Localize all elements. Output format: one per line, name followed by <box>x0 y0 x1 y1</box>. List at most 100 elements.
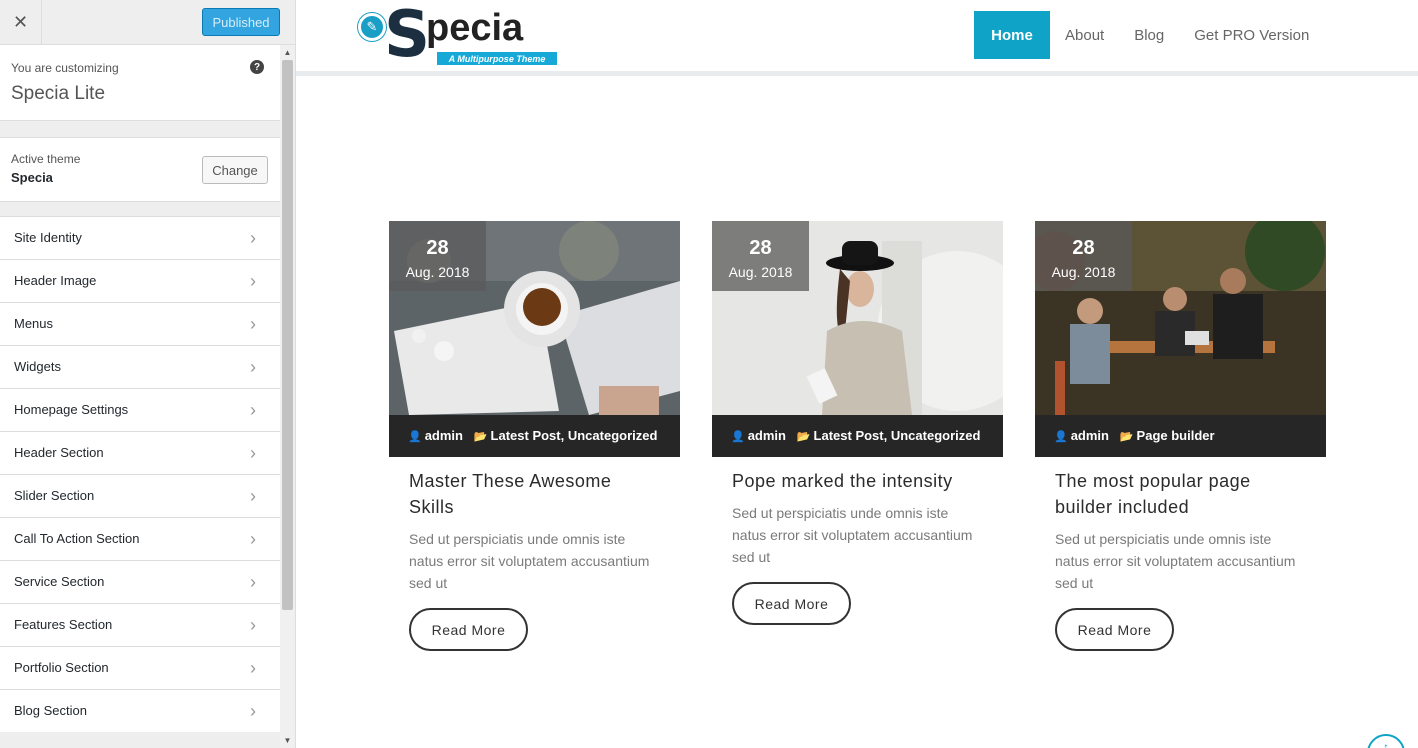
chevron-right-icon: › <box>250 314 256 334</box>
help-icon[interactable]: ? <box>250 60 264 74</box>
post-month: Aug. 2018 <box>728 264 793 280</box>
chevron-right-icon: › <box>250 701 256 721</box>
post-day: 28 <box>749 237 772 259</box>
menu-item-label: Slider Section <box>14 488 95 503</box>
sidebar-scrollbar[interactable]: ▲ ▼ <box>280 45 295 748</box>
chevron-right-icon: › <box>250 572 256 592</box>
scrollbar-thumb[interactable] <box>282 60 293 610</box>
folder-icon: 📂 <box>1119 431 1134 443</box>
post-author[interactable]: admin <box>748 428 786 443</box>
site-logo[interactable]: S ✎ pecia A Multipurpose Theme <box>358 3 558 69</box>
menu-item-widgets[interactable]: Widgets › <box>0 345 280 388</box>
post-meta: 👤 admin 📂 Latest Post, Uncategorized <box>712 415 1003 457</box>
menu-item-menus[interactable]: Menus › <box>0 302 280 345</box>
menu-item-label: Header Section <box>14 445 104 460</box>
menu-item-service-section[interactable]: Service Section › <box>0 560 280 603</box>
post-title[interactable]: The most popular page builder included <box>1035 457 1326 520</box>
close-icon[interactable]: ✕ <box>0 0 42 45</box>
read-more-button[interactable]: Read More <box>409 608 528 651</box>
change-theme-button[interactable]: Change <box>202 156 268 184</box>
menu-item-homepage-settings[interactable]: Homepage Settings › <box>0 388 280 431</box>
post-image[interactable]: 28 Aug. 2018 <box>712 221 1003 415</box>
menu-item-label: Menus <box>14 316 54 331</box>
post-date: 28 Aug. 2018 <box>389 221 486 291</box>
read-more-button[interactable]: Read More <box>732 582 851 625</box>
customizer-menu: Site Identity › Header Image › Menus › Widg… <box>0 216 280 732</box>
customizing-info: You are customizing Specia Lite ? <box>0 45 280 121</box>
customizer-header: ✕ Published <box>0 0 295 45</box>
menu-item-label: Widgets <box>14 359 61 374</box>
menu-item-header-section[interactable]: Header Section › <box>0 431 280 474</box>
blog-card: 28 Aug. 2018 👤 admin 📂 Latest Post, Uncate… <box>389 221 680 651</box>
menu-item-label: Homepage Settings <box>14 402 129 417</box>
customizing-label: You are customizing <box>11 61 119 75</box>
logo-text: pecia <box>426 7 524 49</box>
scroll-to-top-button[interactable]: ↑ <box>1367 734 1405 748</box>
chevron-right-icon: › <box>250 443 256 463</box>
post-image[interactable]: 28 Aug. 2018 <box>1035 221 1326 415</box>
menu-item-features-section[interactable]: Features Section › <box>0 603 280 646</box>
customizer-sidebar: ✕ Published You are customizing Specia L… <box>0 0 296 748</box>
site-header: S ✎ pecia A Multipurpose Theme Home Abou… <box>296 0 1418 76</box>
menu-item-blog-section[interactable]: Blog Section › <box>0 689 280 732</box>
scroll-up-icon[interactable]: ▲ <box>280 45 295 59</box>
post-image[interactable]: 28 Aug. 2018 <box>389 221 680 415</box>
active-theme-section: Active theme Specia Change <box>0 137 280 202</box>
user-icon: 👤 <box>408 431 422 443</box>
post-excerpt: Sed ut perspiciatis unde omnis iste natu… <box>409 531 650 591</box>
post-categories[interactable]: Latest Post, Uncategorized <box>814 428 981 443</box>
menu-item-site-identity[interactable]: Site Identity › <box>0 216 280 259</box>
chevron-right-icon: › <box>250 400 256 420</box>
post-day: 28 <box>1072 237 1095 259</box>
logo-tagline: A Multipurpose Theme <box>437 52 557 65</box>
scroll-down-icon[interactable]: ▼ <box>280 733 295 747</box>
post-categories[interactable]: Latest Post, Uncategorized <box>491 428 658 443</box>
site-name: Specia Lite <box>11 83 106 104</box>
nav-blog[interactable]: Blog <box>1134 27 1164 44</box>
menu-item-label: Blog Section <box>14 703 87 718</box>
post-meta: 👤 admin 📂 Latest Post, Uncategorized <box>389 415 680 457</box>
post-title[interactable]: Pope marked the intensity <box>712 457 1003 494</box>
menu-item-portfolio-section[interactable]: Portfolio Section › <box>0 646 280 689</box>
nav-about[interactable]: About <box>1065 27 1104 44</box>
main-nav: Home About Blog Get PRO Version <box>974 11 1339 59</box>
blog-card: 28 Aug. 2018 👤 admin 📂 Page builder The mo… <box>1035 221 1326 651</box>
chevron-right-icon: › <box>250 529 256 549</box>
menu-item-label: Site Identity <box>14 230 82 245</box>
menu-item-label: Call To Action Section <box>14 531 140 546</box>
chevron-right-icon: › <box>250 228 256 248</box>
site-preview: S ✎ pecia A Multipurpose Theme Home Abou… <box>296 0 1418 748</box>
post-author[interactable]: admin <box>1071 428 1109 443</box>
post-month: Aug. 2018 <box>405 264 470 280</box>
menu-item-label: Features Section <box>14 617 113 632</box>
post-month: Aug. 2018 <box>1051 264 1116 280</box>
post-date: 28 Aug. 2018 <box>712 221 809 291</box>
chevron-right-icon: › <box>250 658 256 678</box>
blog-card: 28 Aug. 2018 👤 admin 📂 Latest Post, Uncate… <box>712 221 1003 625</box>
chevron-right-icon: › <box>250 357 256 377</box>
theme-name: Specia <box>11 170 53 185</box>
pencil-icon: ✎ <box>358 13 386 41</box>
post-day: 28 <box>426 237 449 259</box>
post-categories[interactable]: Page builder <box>1137 428 1215 443</box>
logo-letter: S <box>384 0 431 72</box>
user-icon: 👤 <box>731 431 745 443</box>
nav-get-pro[interactable]: Get PRO Version <box>1194 27 1309 44</box>
nav-home[interactable]: Home <box>974 11 1050 59</box>
chevron-right-icon: › <box>250 615 256 635</box>
active-theme-label: Active theme <box>11 152 81 166</box>
publish-button[interactable]: Published <box>202 8 280 36</box>
post-meta: 👤 admin 📂 Page builder <box>1035 415 1326 457</box>
folder-icon: 📂 <box>796 431 811 443</box>
user-icon: 👤 <box>1054 431 1068 443</box>
post-title[interactable]: Master These Awesome Skills <box>389 457 680 520</box>
post-date: 28 Aug. 2018 <box>1035 221 1132 291</box>
menu-item-header-image[interactable]: Header Image › <box>0 259 280 302</box>
chevron-right-icon: › <box>250 271 256 291</box>
read-more-button[interactable]: Read More <box>1055 608 1174 651</box>
menu-item-slider-section[interactable]: Slider Section › <box>0 474 280 517</box>
post-excerpt: Sed ut perspiciatis unde omnis iste natu… <box>1055 531 1296 591</box>
menu-item-call-to-action-section[interactable]: Call To Action Section › <box>0 517 280 560</box>
post-author[interactable]: admin <box>425 428 463 443</box>
menu-item-label: Service Section <box>14 574 105 589</box>
